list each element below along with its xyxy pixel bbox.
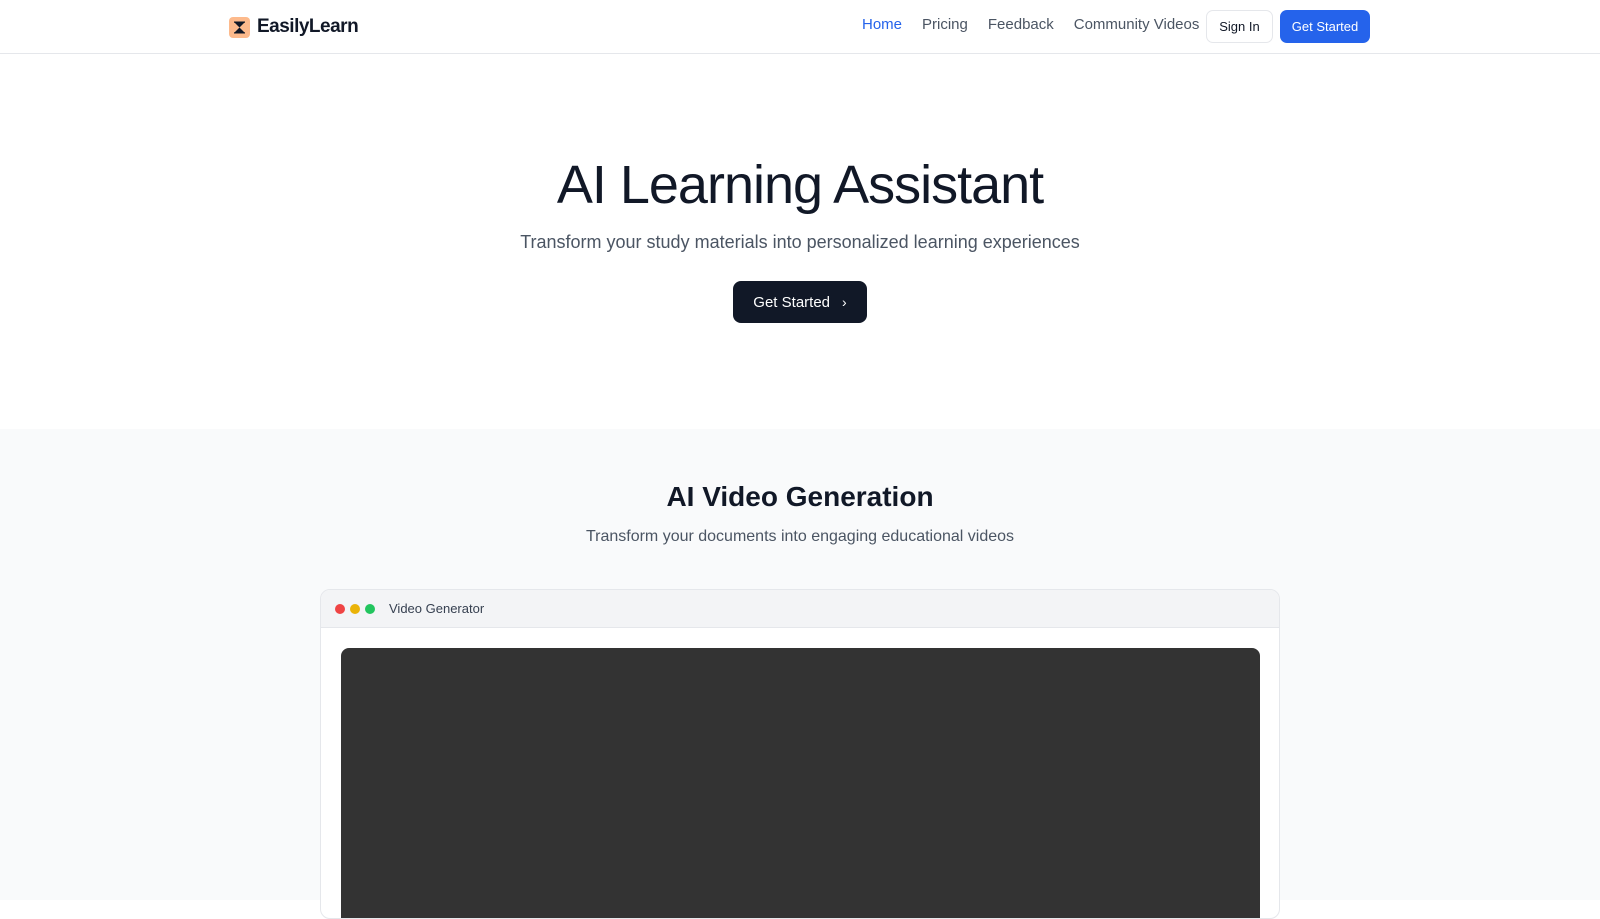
section-subtitle: Transform your documents into engaging e…: [585, 528, 1015, 545]
nav-feedback[interactable]: Feedback: [988, 16, 1054, 33]
hero-title: AI Learning Assistant: [556, 155, 1044, 215]
nav-community-videos[interactable]: Community Videos: [1074, 16, 1200, 33]
section-title: AI Video Generation: [666, 481, 934, 512]
window-close-dot: [335, 603, 345, 614]
site-header: EasilyLearn Home Pricing Feedback Commun…: [0, 0, 1600, 54]
main-nav: Home Pricing Feedback Community Videos: [862, 16, 1219, 33]
window-title: Video Generator: [389, 601, 485, 616]
hourglass-icon: [229, 16, 250, 38]
nav-home[interactable]: Home: [862, 16, 902, 33]
nav-pricing[interactable]: Pricing: [922, 16, 968, 33]
window-maximize-dot: [365, 603, 375, 614]
video-player[interactable]: [341, 648, 1260, 918]
hero-get-started-button[interactable]: Get Started ›: [733, 281, 867, 323]
hero-section: AI Learning Assistant Transform your stu…: [0, 54, 1600, 429]
video-generation-section: AI Video Generation Transform your docum…: [0, 429, 1600, 919]
chevron-right-icon: ›: [842, 294, 847, 310]
window-titlebar: Video Generator: [321, 590, 1279, 628]
sign-in-button[interactable]: Sign In: [1206, 10, 1273, 43]
window-minimize-dot: [350, 603, 360, 614]
hero-cta-label: Get Started: [753, 293, 831, 311]
brand-name: EasilyLearn: [257, 16, 359, 37]
hero-subtitle: Transform your study materials into pers…: [520, 232, 1080, 252]
brand[interactable]: EasilyLearn: [229, 14, 359, 40]
header-get-started-button[interactable]: Get Started: [1280, 10, 1370, 43]
video-generator-window: Video Generator: [320, 589, 1280, 919]
